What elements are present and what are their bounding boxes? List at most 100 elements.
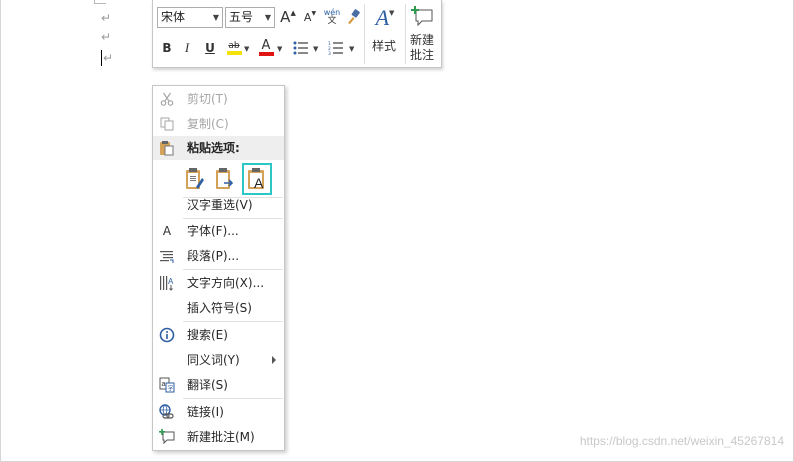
menu-item-new-comment[interactable]: 新建批注(M) bbox=[153, 425, 284, 449]
submenu-arrow-icon bbox=[272, 356, 276, 364]
new-comment-icon bbox=[159, 429, 175, 445]
menu-item-label: 段落(P)... bbox=[187, 249, 240, 263]
svg-text:a: a bbox=[162, 381, 166, 388]
paste-merge-formatting-button[interactable] bbox=[213, 166, 237, 192]
new-comment-icon bbox=[411, 6, 433, 27]
menu-item-insert-symbol[interactable]: 插入符号(S) bbox=[153, 296, 284, 320]
new-comment-label-line1: 新建 bbox=[409, 33, 434, 47]
menu-item-cut[interactable]: 剪切(T) bbox=[153, 87, 284, 111]
translate-icon: a 字 bbox=[159, 377, 175, 393]
chevron-down-icon[interactable]: ▼ bbox=[277, 45, 282, 53]
numbering-button[interactable]: 1 2 3 bbox=[326, 37, 346, 59]
chevron-down-icon[interactable]: ▼ bbox=[213, 8, 219, 27]
bold-button[interactable]: B bbox=[158, 37, 176, 59]
menu-item-label: 同义词(Y) bbox=[187, 353, 240, 367]
chevron-down-icon[interactable]: ▼ bbox=[313, 45, 318, 53]
shrink-font-icon: A bbox=[303, 10, 312, 24]
menu-item-synonyms[interactable]: 同义词(Y) bbox=[153, 348, 284, 372]
menu-item-label: 复制(C) bbox=[187, 117, 229, 131]
svg-text:字: 字 bbox=[168, 385, 174, 393]
chevron-down-icon[interactable]: ▼ bbox=[244, 45, 249, 53]
paragraph-mark: ↵ bbox=[101, 30, 112, 44]
context-menu: 剪切(T) 复制(C) 粘贴选项: A 汉字重选(V) A 字体(F)... 段… bbox=[152, 85, 285, 451]
chevron-down-icon[interactable]: ▼ bbox=[265, 8, 271, 27]
margin-corner-mark bbox=[94, 0, 106, 4]
paragraph-mark: ↵ bbox=[101, 11, 112, 25]
copy-icon bbox=[159, 116, 175, 132]
menu-item-label: 文字方向(X)... bbox=[187, 276, 265, 290]
font-icon: A bbox=[162, 224, 172, 238]
menu-item-text-direction[interactable]: A 文字方向(X)... bbox=[153, 271, 284, 295]
menu-separator bbox=[183, 398, 283, 399]
new-comment-button[interactable] bbox=[408, 3, 436, 31]
styles-button[interactable]: A ▼ bbox=[370, 3, 400, 33]
styles-label: 样式 bbox=[371, 39, 396, 53]
font-color-button[interactable]: A bbox=[257, 37, 275, 59]
paste-text-only-icon: A bbox=[248, 168, 264, 191]
menu-item-label: 剪切(T) bbox=[187, 92, 228, 106]
paste-merge-formatting-icon bbox=[216, 168, 234, 189]
numbered-list-icon: 1 2 3 bbox=[328, 41, 343, 55]
paste-keep-text-only-button[interactable]: A bbox=[242, 163, 272, 195]
new-comment-label-line2: 批注 bbox=[409, 48, 434, 62]
svg-text:3: 3 bbox=[328, 51, 331, 55]
menu-item-link[interactable]: 链接(I) bbox=[153, 400, 284, 424]
menu-item-label: 翻译(S) bbox=[187, 378, 228, 392]
link-icon bbox=[159, 404, 175, 420]
menu-item-label: 新建批注(M) bbox=[187, 430, 255, 444]
paste-keep-source-formatting-button[interactable] bbox=[183, 166, 207, 192]
underline-button[interactable]: U bbox=[201, 37, 219, 59]
menu-item-label: 链接(I) bbox=[187, 405, 224, 419]
text-caret bbox=[101, 50, 102, 66]
menu-item-paragraph[interactable]: 段落(P)... bbox=[153, 244, 284, 268]
styles-icon: A bbox=[375, 5, 390, 30]
menu-separator bbox=[183, 269, 283, 270]
highlight-color-bar bbox=[226, 51, 242, 55]
svg-text:A: A bbox=[254, 175, 264, 191]
format-painter-icon bbox=[348, 9, 360, 24]
text-direction-icon: A bbox=[159, 275, 175, 291]
clipboard-icon bbox=[159, 140, 175, 159]
italic-button[interactable]: I bbox=[178, 37, 196, 59]
highlight-icon: ab bbox=[228, 41, 240, 51]
format-painter-button[interactable] bbox=[344, 6, 362, 28]
bullet-list-icon bbox=[293, 41, 308, 55]
watermark: https://blog.csdn.net/weixin_45267814 bbox=[579, 434, 784, 448]
paragraph-icon bbox=[159, 248, 175, 264]
shrink-font-button[interactable]: A ▼ bbox=[301, 6, 319, 28]
chevron-down-icon[interactable]: ▼ bbox=[349, 45, 354, 53]
menu-item-search[interactable]: 搜索(E) bbox=[153, 323, 284, 347]
phonetic-guide-bottom: 文 bbox=[327, 16, 337, 26]
menu-item-reconvert[interactable]: 汉字重选(V) bbox=[153, 193, 284, 217]
bullets-button[interactable] bbox=[291, 37, 311, 59]
menu-item-label: 字体(F)... bbox=[187, 224, 239, 238]
menu-separator bbox=[183, 321, 283, 322]
grow-font-button[interactable]: A ▲ bbox=[279, 6, 297, 28]
font-name-combo[interactable]: 宋体 ▼ bbox=[157, 7, 223, 28]
menu-item-label: 插入符号(S) bbox=[187, 301, 252, 315]
paste-options-label: 粘贴选项: bbox=[187, 141, 240, 155]
phonetic-guide-button[interactable]: wén 文 bbox=[323, 6, 341, 28]
menu-item-font[interactable]: A 字体(F)... bbox=[153, 219, 284, 243]
menu-item-label: 汉字重选(V) bbox=[187, 198, 253, 212]
toolbar-divider bbox=[364, 4, 365, 64]
info-search-icon bbox=[159, 327, 175, 343]
font-color-icon: A bbox=[261, 38, 271, 53]
font-size-value: 五号 bbox=[229, 10, 254, 24]
paragraph-mark: ↵ bbox=[103, 51, 114, 65]
menu-item-copy[interactable]: 复制(C) bbox=[153, 112, 284, 136]
menu-item-translate[interactable]: a 字 翻译(S) bbox=[153, 373, 284, 397]
grow-font-icon: A bbox=[280, 8, 291, 26]
menu-item-label: 搜索(E) bbox=[187, 328, 228, 342]
document-border-left bbox=[0, 0, 1, 462]
highlight-button[interactable]: ab bbox=[225, 37, 243, 59]
font-size-combo[interactable]: 五号 ▼ bbox=[225, 7, 275, 28]
toolbar-divider bbox=[405, 4, 406, 64]
font-name-value: 宋体 bbox=[161, 10, 186, 24]
mini-toolbar: 宋体 ▼ 五号 ▼ A ▲ A ▼ wén 文 B I U ab ▼ A ▼ ▼… bbox=[152, 0, 442, 68]
paste-options-header: 粘贴选项: bbox=[153, 136, 284, 160]
scissors-icon bbox=[159, 91, 175, 107]
paste-keep-source-icon bbox=[186, 168, 204, 189]
svg-text:A: A bbox=[168, 277, 174, 286]
font-color-bar bbox=[258, 52, 274, 56]
